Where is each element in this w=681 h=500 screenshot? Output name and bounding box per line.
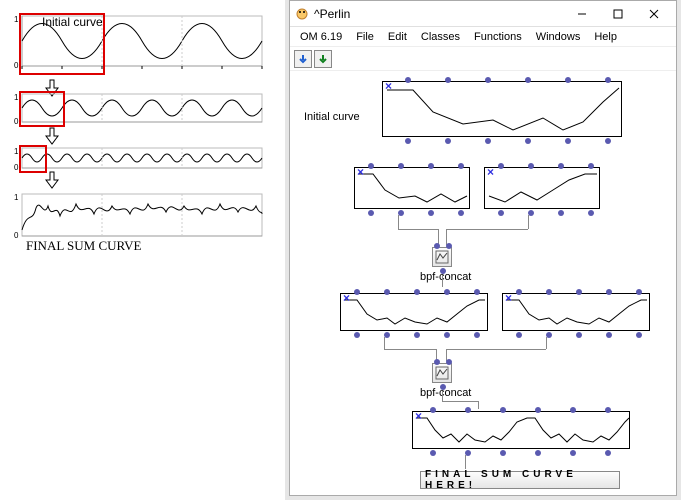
bpf-box-concat-right[interactable]: ×	[502, 293, 650, 331]
toolbar	[290, 47, 676, 71]
left-document-pane: 1 0 Initial curve 1 0	[0, 0, 285, 500]
bpf-concat-label-1: bpf-concat	[420, 271, 471, 283]
close-button[interactable]	[636, 3, 672, 25]
down-arrow-blue-button[interactable]	[294, 50, 312, 68]
close-icon[interactable]: ×	[505, 292, 512, 304]
chart-icon	[435, 250, 449, 264]
minimize-button[interactable]	[564, 3, 600, 25]
bpf-concat-node-2[interactable]	[432, 363, 452, 383]
menubar: OM 6.19 File Edit Classes Functions Wind…	[290, 27, 676, 47]
close-icon[interactable]: ×	[343, 292, 350, 304]
svg-text:1: 1	[14, 15, 19, 24]
titlebar[interactable]: ^Perlin	[290, 1, 676, 27]
close-icon[interactable]: ×	[357, 166, 364, 178]
svg-text:0: 0	[14, 117, 19, 126]
bpf-box-initial[interactable]: ×	[382, 81, 622, 137]
bpf-box-half-left[interactable]: ×	[354, 167, 470, 209]
menu-edit[interactable]: Edit	[382, 29, 413, 45]
svg-text:1: 1	[14, 193, 19, 202]
patch-canvas[interactable]: Initial curve × × ×	[290, 71, 676, 495]
menu-help[interactable]: Help	[588, 29, 623, 45]
close-icon[interactable]: ×	[487, 166, 494, 178]
root: 1 0 Initial curve 1 0	[0, 0, 681, 500]
bpf-concat-node-1[interactable]	[432, 247, 452, 267]
down-arrow-green-button[interactable]	[314, 50, 332, 68]
bpf-box-concat-left[interactable]: ×	[340, 293, 488, 331]
left-figure: 1 0 Initial curve 1 0	[10, 4, 275, 254]
maximize-button[interactable]	[600, 3, 636, 25]
menu-windows[interactable]: Windows	[530, 29, 587, 45]
app-icon	[294, 6, 310, 22]
close-icon[interactable]: ×	[415, 410, 422, 422]
menu-file[interactable]: File	[350, 29, 380, 45]
menu-version[interactable]: OM 6.19	[294, 29, 348, 45]
final-sum-button[interactable]: FINAL SUM CURVE HERE!	[420, 471, 620, 489]
svg-text:0: 0	[14, 163, 19, 172]
menu-functions[interactable]: Functions	[468, 29, 528, 45]
desktop-area: ^Perlin OM 6.19 File Edit Classes Functi…	[285, 0, 681, 500]
close-icon[interactable]: ×	[385, 80, 392, 92]
bpf-box-final[interactable]: ×	[412, 411, 630, 449]
menu-classes[interactable]: Classes	[415, 29, 466, 45]
app-window: ^Perlin OM 6.19 File Edit Classes Functi…	[289, 0, 677, 496]
svg-text:1: 1	[14, 147, 19, 156]
svg-text:1: 1	[14, 93, 19, 102]
chart-icon	[435, 366, 449, 380]
svg-text:0: 0	[14, 61, 19, 70]
bpf-concat-label-2: bpf-concat	[420, 387, 471, 399]
initial-curve-label: Initial curve	[42, 15, 103, 29]
bpf-box-half-right[interactable]: ×	[484, 167, 600, 209]
canvas-initial-label: Initial curve	[304, 111, 360, 123]
svg-text:0: 0	[14, 231, 19, 240]
window-title: ^Perlin	[314, 7, 564, 21]
final-sum-label: FINAL SUM CURVE	[26, 238, 142, 253]
